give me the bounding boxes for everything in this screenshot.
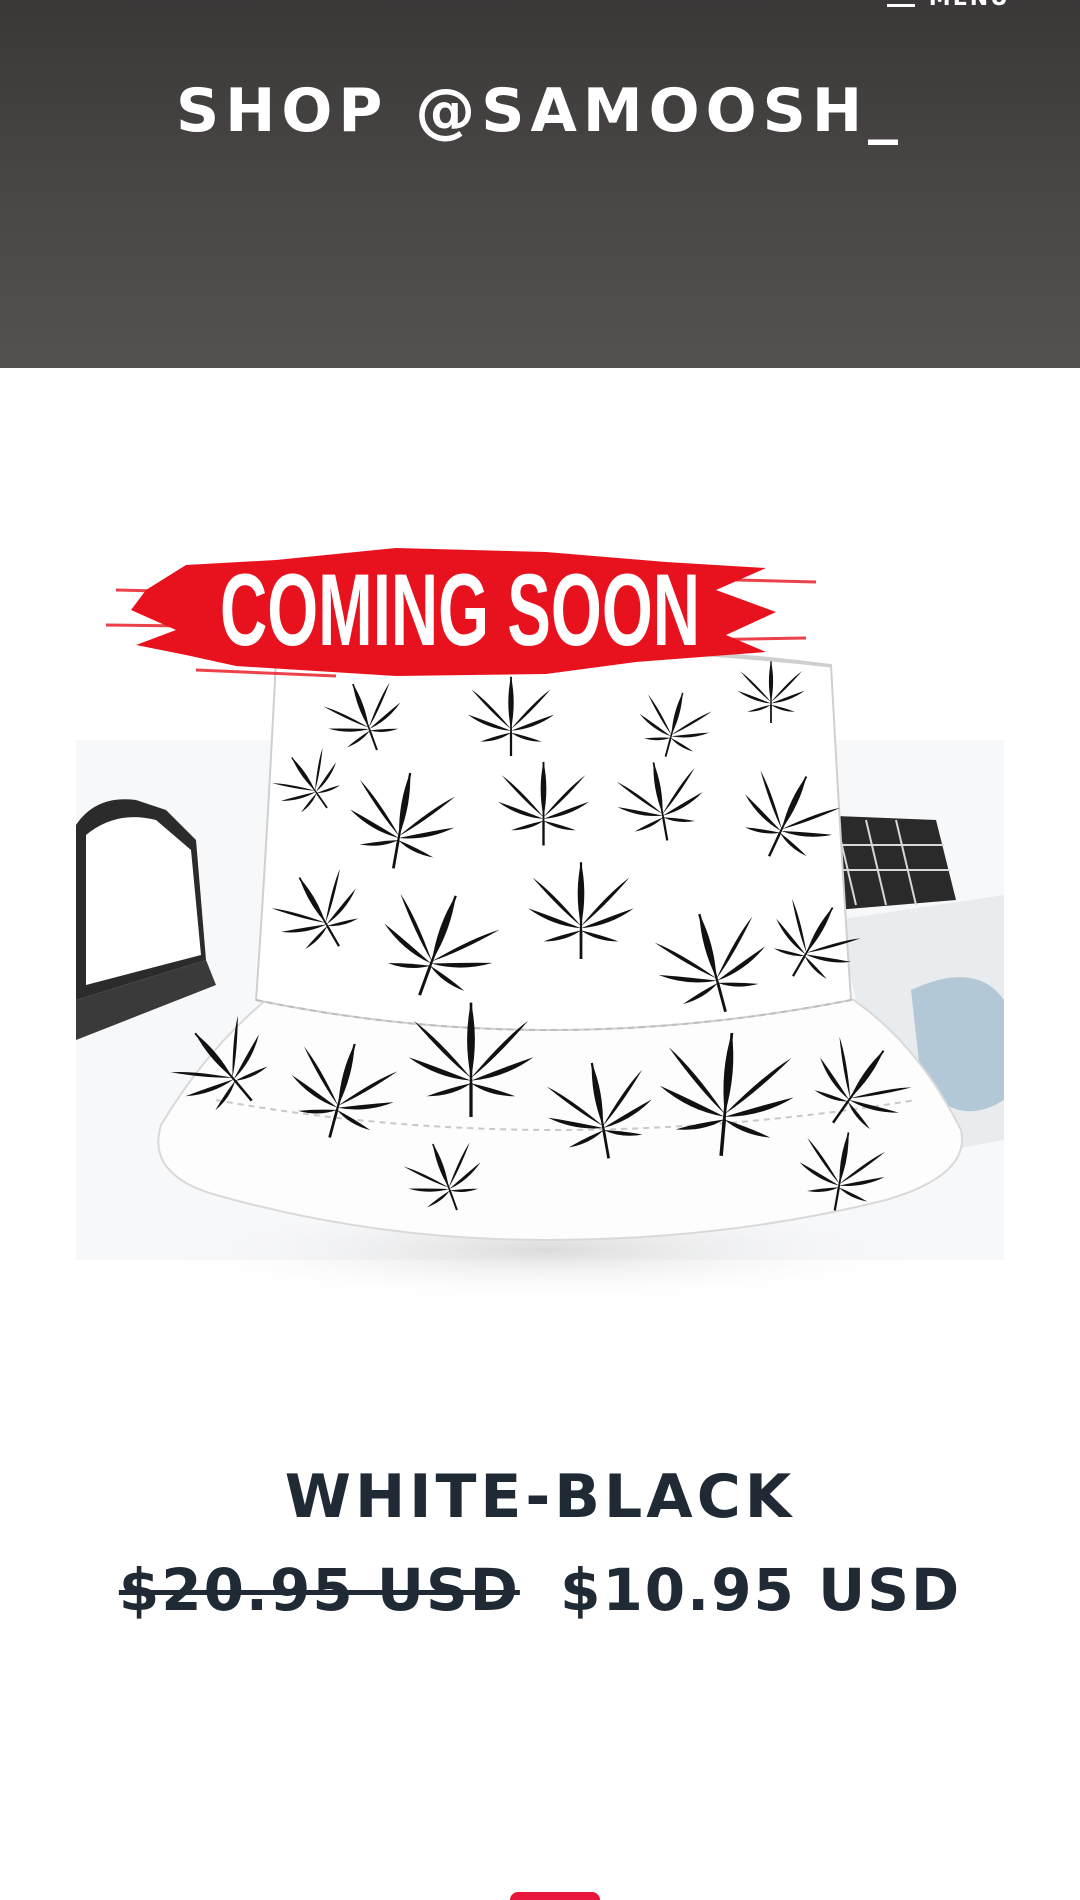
coming-soon-badge: COMING SOON — [220, 553, 700, 667]
product-price: $20.95 USD $10.95 USD — [0, 1556, 1080, 1624]
product-image[interactable]: COMING SOON — [76, 440, 1004, 1320]
hamburger-icon — [886, 0, 915, 8]
menu-label: MENU — [929, 0, 1010, 10]
original-price: $20.95 USD — [118, 1556, 520, 1624]
next-item-hint — [510, 1892, 600, 1900]
sale-price: $10.95 USD — [560, 1556, 962, 1624]
site-title[interactable]: SHOP @SAMOOSH_ — [0, 76, 1080, 146]
site-header: MENU SHOP @SAMOOSH_ — [0, 0, 1080, 368]
product-title[interactable]: WHITE-BLACK — [0, 1462, 1080, 1532]
menu-button[interactable]: MENU — [886, 0, 1010, 10]
